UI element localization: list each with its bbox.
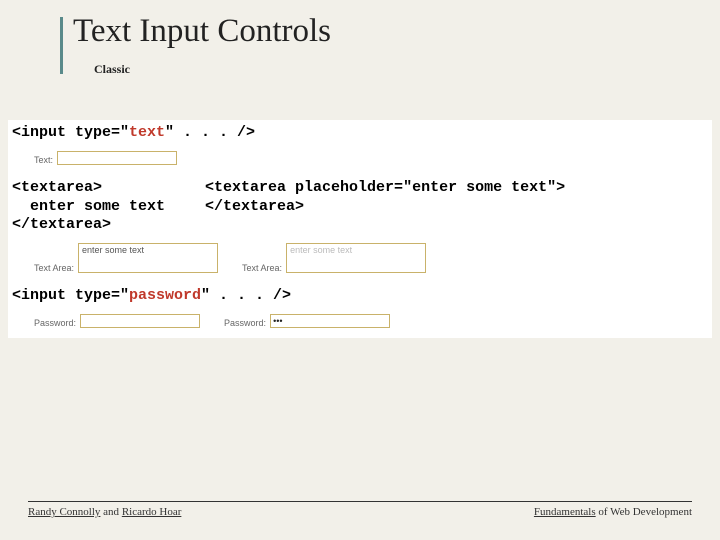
footer-and: and [100, 506, 121, 518]
example-text-input[interactable] [57, 151, 177, 165]
example-textarea-pair-1: Text Area: enter some text [34, 243, 218, 273]
example-textarea-label-2: Text Area: [242, 263, 282, 273]
content-panel: <input type="text" . . . /> Text: <texta… [8, 120, 712, 338]
code-input-password: <input type="password" . . . /> [8, 283, 712, 312]
page-title: Text Input Controls [73, 13, 331, 50]
example-password-input-1[interactable] [80, 314, 200, 328]
code-line: </textarea> [205, 198, 565, 217]
footer-author-2: Ricardo Hoar [122, 506, 182, 518]
example-textarea-row: Text Area: enter some text Text Area: en… [8, 241, 712, 283]
example-password-row: Password: Password: ••• [8, 312, 712, 338]
example-password-label-1: Password: [34, 318, 76, 328]
page-subtitle: Classic [94, 62, 130, 77]
example-textarea-2[interactable]: enter some text [286, 243, 426, 273]
footer-book-a: Fundamentals [534, 506, 596, 518]
code-token: " . . . /> [165, 124, 255, 141]
example-password-pair-1: Password: [34, 314, 200, 328]
code-line: <textarea> [12, 179, 165, 198]
code-line: </textarea> [12, 216, 165, 235]
example-password-input-2[interactable]: ••• [270, 314, 390, 328]
example-textarea-1[interactable]: enter some text [78, 243, 218, 273]
example-text-pair: Text: [34, 151, 177, 165]
example-password-label-2: Password: [224, 318, 266, 328]
code-line: enter some text [12, 198, 165, 217]
footer-book-b: of Web Development [596, 506, 692, 518]
code-value: text [129, 124, 165, 141]
code-textarea-row: <textarea> enter some text </textarea> <… [8, 175, 712, 241]
example-text-row: Text: [8, 149, 712, 175]
code-line: <textarea placeholder="enter some text"> [205, 179, 565, 198]
footer-author-1: Randy Connolly [28, 506, 100, 518]
code-token: " . . . /> [201, 287, 291, 304]
code-token: <input type=" [12, 287, 129, 304]
code-textarea-left: <textarea> enter some text </textarea> [12, 179, 165, 235]
code-textarea-right: <textarea placeholder="enter some text">… [205, 179, 565, 235]
code-token: <input type=" [12, 124, 129, 141]
footer-authors: Randy Connolly and Ricardo Hoar [28, 506, 181, 518]
example-text-label: Text: [34, 155, 53, 165]
example-textarea-label-1: Text Area: [34, 263, 74, 273]
code-value: password [129, 287, 201, 304]
heading-accent [60, 17, 63, 74]
footer: Randy Connolly and Ricardo Hoar Fundamen… [28, 501, 692, 518]
footer-book: Fundamentals of Web Development [534, 506, 692, 518]
example-textarea-pair-2: Text Area: enter some text [242, 243, 426, 273]
code-input-text: <input type="text" . . . /> [8, 120, 712, 149]
example-password-pair-2: Password: ••• [224, 314, 390, 328]
